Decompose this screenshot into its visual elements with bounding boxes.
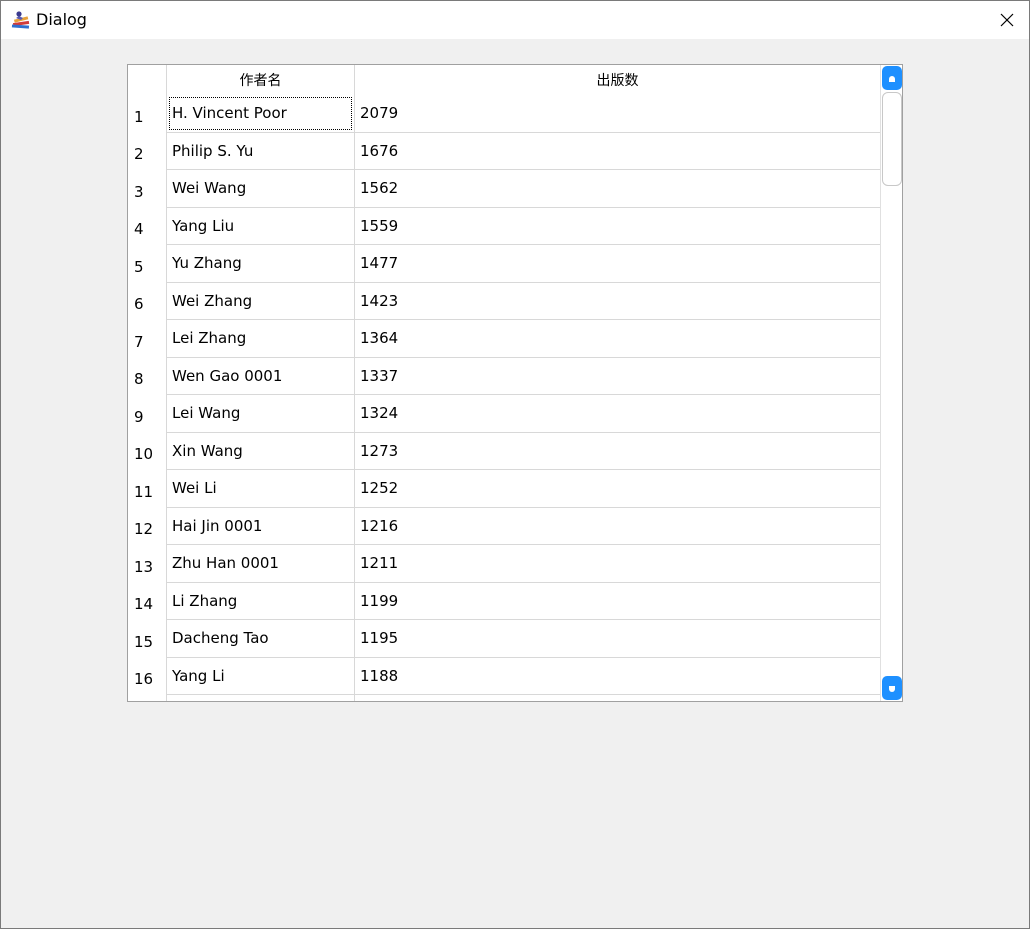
table-row[interactable]: 13 Zhu Han 0001 1211 — [128, 545, 880, 583]
cell-publication-count[interactable]: 1195 — [354, 620, 880, 658]
table-row-partial — [128, 695, 880, 701]
row-number[interactable]: 2 — [134, 133, 164, 171]
table-row[interactable]: 2 Philip S. Yu 1676 — [128, 132, 880, 171]
row-number[interactable]: 1 — [134, 95, 164, 133]
cell-author-name — [166, 695, 354, 701]
cell-publication-count[interactable]: 1337 — [354, 357, 880, 395]
table-row[interactable]: 15 Dacheng Tao 1195 — [128, 620, 880, 658]
scroll-up-button[interactable] — [882, 66, 902, 90]
vertical-scrollbar[interactable] — [880, 65, 902, 701]
cell-author-name[interactable]: Wei Li — [166, 470, 354, 508]
scroll-down-button[interactable] — [882, 676, 902, 700]
cell-publication-count[interactable]: 1252 — [354, 470, 880, 508]
dialog-window: Dialog 作者名 出版数 1 H. Vincent Poor 2079 2 Phil… — [0, 0, 1030, 929]
row-number[interactable]: 15 — [134, 620, 164, 658]
row-number[interactable]: 12 — [134, 508, 164, 546]
cell-publication-count[interactable]: 1273 — [354, 432, 880, 470]
cell-author-name[interactable]: Wei Wang — [166, 170, 354, 208]
table-row[interactable]: 16 Yang Li 1188 — [128, 657, 880, 696]
cell-author-name[interactable]: Zhu Han 0001 — [166, 545, 354, 583]
row-number[interactable]: 4 — [134, 208, 164, 246]
cell-publication-count[interactable]: 1676 — [354, 132, 880, 170]
cell-author-name[interactable]: H. Vincent Poor — [166, 95, 354, 133]
cell-author-name[interactable]: Philip S. Yu — [166, 132, 354, 170]
books-app-icon — [10, 9, 32, 31]
cell-publication-count[interactable]: 1562 — [354, 170, 880, 208]
column-header-author-name[interactable]: 作者名 — [166, 65, 354, 95]
table-corner-button[interactable] — [128, 65, 166, 95]
cell-author-name[interactable]: Yu Zhang — [166, 245, 354, 283]
table-row[interactable]: 7 Lei Zhang 1364 — [128, 320, 880, 358]
cell-author-name[interactable]: Hai Jin 0001 — [166, 507, 354, 545]
close-icon — [1000, 13, 1014, 27]
cell-author-name[interactable]: Dacheng Tao — [166, 620, 354, 658]
table-row[interactable]: 11 Wei Li 1252 — [128, 470, 880, 508]
row-number[interactable]: 5 — [134, 245, 164, 283]
cell-publication-count[interactable]: 1559 — [354, 207, 880, 245]
cell-author-name[interactable]: Xin Wang — [166, 432, 354, 470]
cell-publication-count[interactable]: 1477 — [354, 245, 880, 283]
row-number[interactable]: 3 — [134, 170, 164, 208]
cell-publication-count[interactable]: 1423 — [354, 282, 880, 320]
cell-author-name[interactable]: Li Zhang — [166, 582, 354, 620]
row-number[interactable]: 9 — [134, 395, 164, 433]
cell-publication-count — [354, 695, 880, 701]
cell-publication-count[interactable]: 1324 — [354, 395, 880, 433]
author-table[interactable]: 作者名 出版数 1 H. Vincent Poor 2079 2 Philip S. Y… — [127, 64, 903, 702]
table-row[interactable]: 3 Wei Wang 1562 — [128, 170, 880, 208]
cell-publication-count[interactable]: 2079 — [354, 95, 880, 133]
row-number[interactable]: 14 — [134, 583, 164, 621]
scroll-up-icon — [887, 69, 897, 88]
table-row[interactable]: 14 Li Zhang 1199 — [128, 582, 880, 621]
row-number[interactable]: 13 — [134, 545, 164, 583]
table-row[interactable]: 10 Xin Wang 1273 — [128, 432, 880, 471]
table-row[interactable]: 8 Wen Gao 0001 1337 — [128, 357, 880, 396]
cell-publication-count[interactable]: 1199 — [354, 582, 880, 620]
cell-author-name[interactable]: Yang Liu — [166, 207, 354, 245]
window-title: Dialog — [36, 10, 87, 29]
cell-publication-count[interactable]: 1216 — [354, 507, 880, 545]
cell-author-name[interactable]: Yang Li — [166, 657, 354, 695]
column-header-publication-count[interactable]: 出版数 — [354, 65, 880, 95]
table-row[interactable]: 4 Yang Liu 1559 — [128, 207, 880, 246]
cell-publication-count[interactable]: 1364 — [354, 320, 880, 358]
scrollbar-thumb[interactable] — [882, 92, 902, 186]
row-number[interactable]: 10 — [134, 433, 164, 471]
table-row[interactable]: 6 Wei Zhang 1423 — [128, 282, 880, 321]
row-number[interactable]: 11 — [134, 470, 164, 508]
table-row[interactable]: 12 Hai Jin 0001 1216 — [128, 507, 880, 546]
cell-author-name[interactable]: Lei Wang — [166, 395, 354, 433]
title-bar[interactable]: Dialog — [1, 1, 1029, 39]
row-number[interactable]: 16 — [134, 658, 164, 696]
table-row[interactable]: 9 Lei Wang 1324 — [128, 395, 880, 433]
cell-author-name[interactable]: Wen Gao 0001 — [166, 357, 354, 395]
cell-publication-count[interactable]: 1188 — [354, 657, 880, 695]
row-number[interactable]: 7 — [134, 320, 164, 358]
cell-author-name[interactable]: Lei Zhang — [166, 320, 354, 358]
close-button[interactable] — [984, 1, 1029, 39]
table-row[interactable]: 5 Yu Zhang 1477 — [128, 245, 880, 283]
table-row[interactable]: 1 H. Vincent Poor 2079 — [128, 95, 880, 133]
scroll-down-icon — [887, 679, 897, 698]
row-number[interactable]: 6 — [134, 283, 164, 321]
cell-author-name[interactable]: Wei Zhang — [166, 282, 354, 320]
cell-publication-count[interactable]: 1211 — [354, 545, 880, 583]
row-number[interactable]: 8 — [134, 358, 164, 396]
